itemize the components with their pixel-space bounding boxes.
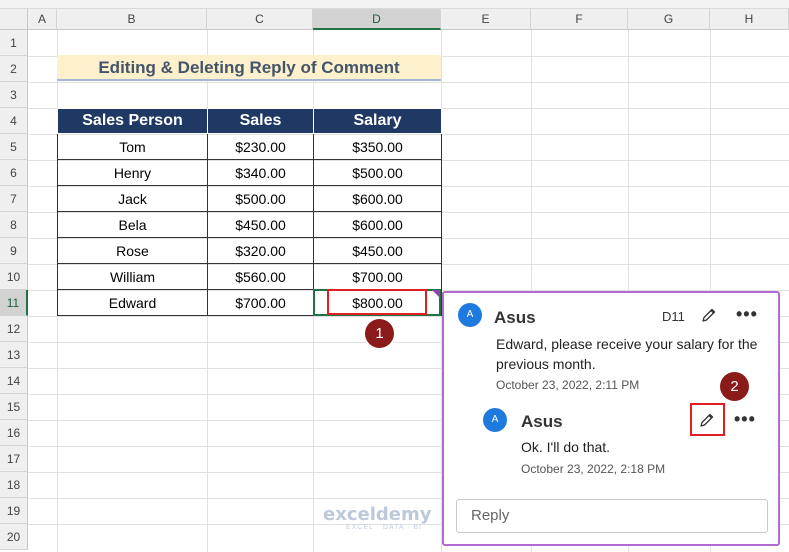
pencil-icon: [702, 308, 716, 322]
row-header[interactable]: 10: [0, 264, 28, 290]
table-header-row: Sales Person Sales Salary: [57, 108, 442, 134]
column-header-d[interactable]: D: [313, 9, 441, 30]
step-badge-2: 2: [720, 372, 749, 401]
cell-salary[interactable]: $600.00: [313, 185, 442, 212]
column-header-a[interactable]: A: [28, 9, 57, 30]
row-header[interactable]: 14: [0, 368, 28, 394]
table-row: Rose $320.00 $450.00: [57, 237, 442, 264]
cell-sales[interactable]: $560.00: [207, 263, 314, 290]
cell-sales-person[interactable]: Jack: [57, 185, 208, 212]
reply-date: October 23, 2022, 2:18 PM: [521, 462, 666, 476]
cell-sales-person[interactable]: William: [57, 263, 208, 290]
cell-sales-person[interactable]: Henry: [57, 159, 208, 186]
highlight-box-edit: [690, 403, 725, 436]
column-header-g[interactable]: G: [628, 9, 710, 30]
header-sales[interactable]: Sales: [207, 108, 314, 134]
row-header[interactable]: 18: [0, 472, 28, 498]
sales-table: Sales Person Sales Salary Tom $230.00 $3…: [57, 108, 442, 316]
reply-author: Asus: [521, 412, 563, 431]
cell-salary[interactable]: $600.00: [313, 211, 442, 238]
row-header[interactable]: 17: [0, 446, 28, 472]
gridline: [28, 82, 789, 83]
select-all-corner[interactable]: [0, 9, 28, 30]
cell-sales-person[interactable]: Bela: [57, 211, 208, 238]
header-salary[interactable]: Salary: [313, 108, 442, 134]
reply-avatar: A: [483, 408, 507, 432]
cell-salary[interactable]: $350.00: [313, 133, 442, 160]
row-header[interactable]: 3: [0, 82, 28, 108]
row-header[interactable]: 1: [0, 30, 28, 56]
table-row: Tom $230.00 $350.00: [57, 133, 442, 160]
table-row: William $560.00 $700.00: [57, 263, 442, 290]
table-row: Henry $340.00 $500.00: [57, 159, 442, 186]
comment-avatar: A: [458, 303, 482, 327]
column-header-h[interactable]: H: [710, 9, 789, 30]
row-header[interactable]: 15: [0, 394, 28, 420]
comment-indicator[interactable]: [432, 290, 440, 298]
row-header[interactable]: 5: [0, 134, 28, 160]
more-options-button[interactable]: •••: [736, 304, 758, 325]
cell-sales-person[interactable]: Rose: [57, 237, 208, 264]
reply-more-options-button[interactable]: •••: [734, 409, 756, 430]
cell-sales[interactable]: $500.00: [207, 185, 314, 212]
row-header[interactable]: 8: [0, 212, 28, 238]
row-header[interactable]: 13: [0, 342, 28, 368]
comment-author: Asus: [494, 308, 536, 327]
column-header-b[interactable]: B: [57, 9, 207, 30]
row-header[interactable]: 16: [0, 420, 28, 446]
cell-salary[interactable]: $450.00: [313, 237, 442, 264]
cell-sales-person[interactable]: Tom: [57, 133, 208, 160]
cell-sales[interactable]: $340.00: [207, 159, 314, 186]
cell-sales[interactable]: $320.00: [207, 237, 314, 264]
step-badge-1: 1: [365, 319, 394, 348]
comment-cell-ref: D11: [662, 309, 685, 324]
ribbon-strip: [0, 0, 789, 9]
row-header[interactable]: 19: [0, 498, 28, 524]
row-header[interactable]: 9: [0, 238, 28, 264]
column-header-e[interactable]: E: [441, 9, 531, 30]
column-header-c[interactable]: C: [207, 9, 313, 30]
watermark-logo: exceldemy: [323, 504, 432, 525]
row-header[interactable]: 12: [0, 316, 28, 342]
table-row: Jack $500.00 $600.00: [57, 185, 442, 212]
row-header[interactable]: 20: [0, 524, 28, 550]
watermark-tagline: EXCEL · DATA · BI: [346, 524, 422, 531]
cell-sales[interactable]: $230.00: [207, 133, 314, 160]
cell-salary[interactable]: $700.00: [313, 263, 442, 290]
comment-text: Edward, please receive your salary for t…: [496, 336, 758, 372]
spreadsheet: A B C D E F G H 1 2 3 4 5 6 7 8 9 10 11 …: [0, 0, 789, 552]
comment-thread-panel: A Asus D11 ••• Edward, please receive yo…: [442, 291, 780, 546]
row-header[interactable]: 7: [0, 186, 28, 212]
cell-salary[interactable]: $500.00: [313, 159, 442, 186]
row-header[interactable]: 4: [0, 108, 28, 134]
cell-sales-person[interactable]: Edward: [57, 289, 208, 316]
table-row: Bela $450.00 $600.00: [57, 211, 442, 238]
edit-comment-button[interactable]: [698, 304, 720, 326]
highlight-box-cell: [327, 289, 427, 315]
header-sales-person[interactable]: Sales Person: [57, 108, 208, 134]
row-header[interactable]: 6: [0, 160, 28, 186]
sheet-title[interactable]: Editing & Deleting Reply of Comment: [57, 55, 441, 81]
row-header[interactable]: 11: [0, 290, 28, 316]
cell-sales[interactable]: $450.00: [207, 211, 314, 238]
column-header-f[interactable]: F: [531, 9, 628, 30]
cell-sales[interactable]: $700.00: [207, 289, 314, 316]
comment-date: October 23, 2022, 2:11 PM: [496, 378, 640, 392]
reply-text: Ok. I'll do that.: [521, 439, 611, 455]
row-header[interactable]: 2: [0, 56, 28, 82]
reply-input[interactable]: Reply: [456, 499, 768, 533]
